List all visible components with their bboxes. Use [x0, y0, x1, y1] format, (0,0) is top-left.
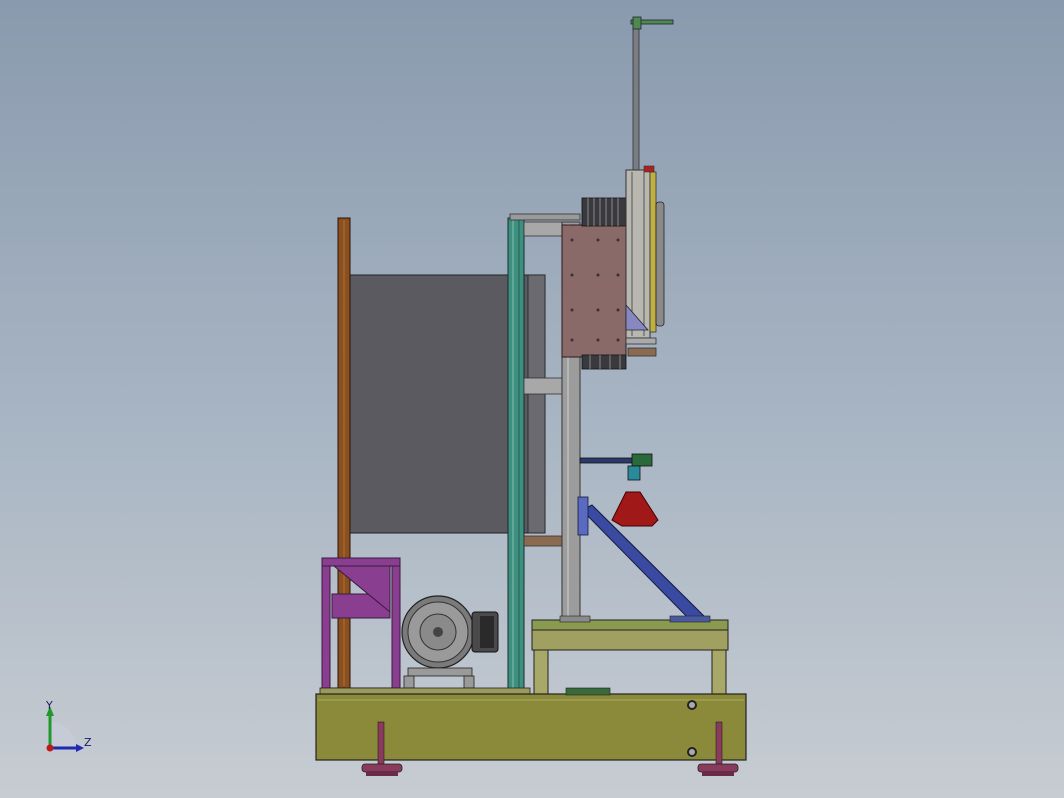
- model-view[interactable]: Y Z: [0, 0, 1064, 798]
- motor-icon: [401, 595, 499, 689]
- right-table: [531, 615, 729, 697]
- cone-icon: [611, 491, 659, 527]
- mounting-plate: [561, 224, 627, 358]
- sensor-arm: [579, 453, 653, 481]
- top-rod: [630, 16, 674, 174]
- triad-y-label: Y: [45, 699, 53, 712]
- cad-viewport[interactable]: Y Z: [0, 0, 1064, 798]
- linear-actuator: [625, 165, 665, 357]
- triad-z-label: Z: [84, 736, 92, 749]
- purple-bracket: [321, 557, 401, 689]
- panel-edge: [527, 274, 546, 534]
- orientation-triad: Y Z: [45, 699, 92, 752]
